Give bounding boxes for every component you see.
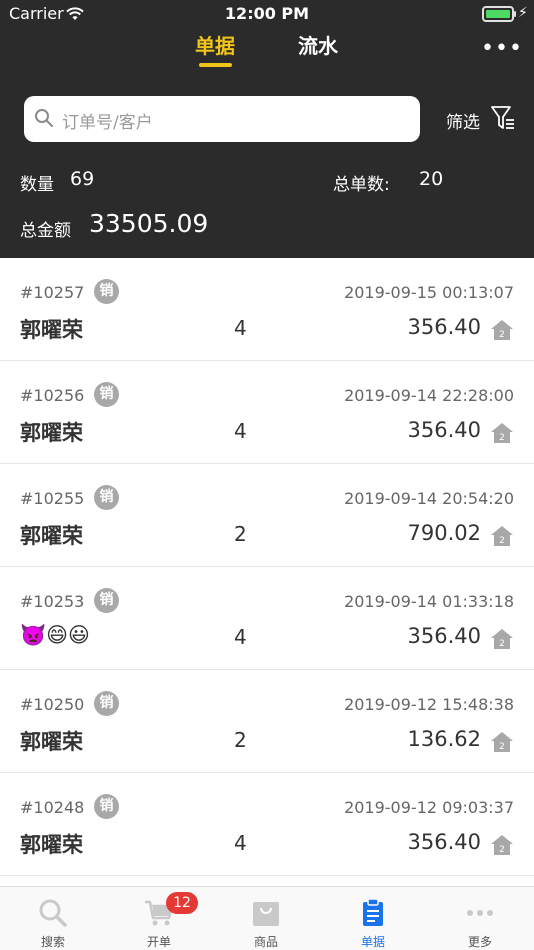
order-amount: 136.62	[407, 727, 481, 751]
svg-text:2: 2	[499, 742, 505, 752]
customer-name: 郭曜荣	[20, 318, 83, 342]
order-time: 2019-09-14 20:54:20	[344, 489, 514, 508]
store-icon: 2	[491, 320, 513, 340]
more-dots-icon	[467, 910, 493, 916]
sale-badge: 销	[94, 588, 119, 613]
search-icon	[39, 899, 67, 927]
store-icon: 2	[491, 835, 513, 855]
order-time: 2019-09-14 01:33:18	[344, 592, 514, 611]
search-icon	[35, 109, 53, 127]
svg-text:2: 2	[499, 845, 505, 855]
clock: 12:00 PM	[224, 4, 310, 23]
qty-label: 数量	[20, 175, 54, 195]
order-amount: 356.40	[407, 624, 481, 648]
order-qty: 4	[234, 831, 247, 855]
order-qty: 2	[234, 728, 247, 752]
search-input[interactable]: 订单号/客户	[24, 96, 420, 142]
svg-text:2: 2	[499, 330, 505, 340]
order-amount: 790.02	[407, 521, 481, 545]
order-number: #10256	[20, 386, 85, 405]
svg-text:2: 2	[499, 639, 505, 649]
tab-label: 更多	[467, 935, 492, 949]
shopping-bag-icon	[253, 902, 279, 926]
order-time: 2019-09-14 22:28:00	[344, 386, 514, 405]
customer-name: 郭曜荣	[20, 730, 83, 754]
tab-label: 商品	[253, 935, 278, 949]
order-list: #10257 销 2019-09-15 00:13:07 郭曜荣 4 356.4…	[0, 258, 534, 886]
order-qty: 4	[234, 316, 247, 340]
sale-badge: 销	[94, 691, 119, 716]
order-amount: 356.40	[407, 830, 481, 854]
order-time: 2019-09-12 15:48:38	[344, 695, 514, 714]
tab-bar: 搜索 12 开单 商品 单据 更多	[0, 886, 534, 950]
order-row[interactable]: #10257 销 2019-09-15 00:13:07 郭曜荣 4 356.4…	[0, 258, 534, 361]
order-time: 2019-09-12 09:03:37	[344, 798, 514, 817]
order-amount: 356.40	[407, 315, 481, 339]
customer-name: 郭曜荣	[20, 421, 83, 445]
total-amount-label: 总金额	[20, 221, 71, 241]
order-time: 2019-09-15 00:13:07	[344, 283, 514, 302]
charging-icon: ⚡	[518, 5, 528, 21]
store-icon: 2	[491, 629, 513, 649]
search-placeholder: 订单号/客户	[62, 113, 153, 133]
tab-orders[interactable]: 单据	[195, 30, 235, 59]
tab-label: 开单	[146, 935, 171, 949]
tab-products[interactable]: 商品	[213, 887, 319, 950]
battery-icon	[482, 6, 514, 22]
tab-search[interactable]: 搜索	[0, 887, 106, 950]
customer-name: 郭曜荣	[20, 524, 83, 548]
document-icon	[363, 898, 383, 926]
status-bar: Carrier 12:00 PM ⚡	[0, 0, 534, 28]
cart-count-badge: 12	[166, 892, 198, 914]
sale-badge: 销	[94, 794, 119, 819]
order-qty: 2	[234, 522, 247, 546]
order-number: #10257	[20, 283, 85, 302]
svg-text:2: 2	[499, 433, 505, 443]
sale-badge: 销	[94, 382, 119, 407]
sale-badge: 销	[94, 485, 119, 510]
filter-icon[interactable]	[490, 104, 516, 132]
order-amount: 356.40	[407, 418, 481, 442]
header: Carrier 12:00 PM ⚡ 单据 流水 ••• 订单号/客户 筛选 数…	[0, 0, 534, 258]
tab-orders[interactable]: 单据	[320, 887, 426, 950]
order-row[interactable]: #10255 销 2019-09-14 20:54:20 郭曜荣 2 790.0…	[0, 464, 534, 567]
tab-open-order[interactable]: 12 开单	[106, 887, 212, 950]
store-icon: 2	[491, 423, 513, 443]
order-number: #10248	[20, 798, 85, 817]
order-number: #10250	[20, 695, 85, 714]
order-row[interactable]: #10256 销 2019-09-14 22:28:00 郭曜荣 4 356.4…	[0, 361, 534, 464]
sale-badge: 销	[94, 279, 119, 304]
order-row[interactable]: #10253 销 2019-09-14 01:33:18 👿😄😃 4 356.4…	[0, 567, 534, 670]
customer-name: 👿😄😃	[20, 623, 90, 647]
store-icon: 2	[491, 526, 513, 546]
svg-text:2: 2	[499, 536, 505, 546]
more-menu-icon[interactable]: •••	[481, 36, 523, 61]
tab-underline	[199, 63, 232, 67]
order-count-value: 20	[419, 168, 444, 190]
tab-label: 搜索	[40, 935, 65, 949]
total-amount-value: 33505.09	[89, 209, 209, 238]
order-qty: 4	[234, 419, 247, 443]
order-qty: 4	[234, 625, 247, 649]
tab-flow[interactable]: 流水	[298, 30, 338, 59]
tab-more[interactable]: 更多	[427, 887, 533, 950]
order-number: #10253	[20, 592, 85, 611]
qty-value: 69	[70, 168, 95, 190]
battery-cap	[514, 11, 516, 17]
tab-label: 单据	[360, 935, 385, 949]
order-count-label: 总单数:	[333, 175, 390, 195]
filter-button[interactable]: 筛选	[446, 108, 480, 133]
nav-tabs: 单据 流水 •••	[0, 28, 534, 72]
order-number: #10255	[20, 489, 85, 508]
store-icon: 2	[491, 732, 513, 752]
order-row[interactable]: #10248 销 2019-09-12 09:03:37 郭曜荣 4 356.4…	[0, 773, 534, 876]
customer-name: 郭曜荣	[20, 833, 83, 857]
order-row[interactable]: #10250 销 2019-09-12 15:48:38 郭曜荣 2 136.6…	[0, 670, 534, 773]
